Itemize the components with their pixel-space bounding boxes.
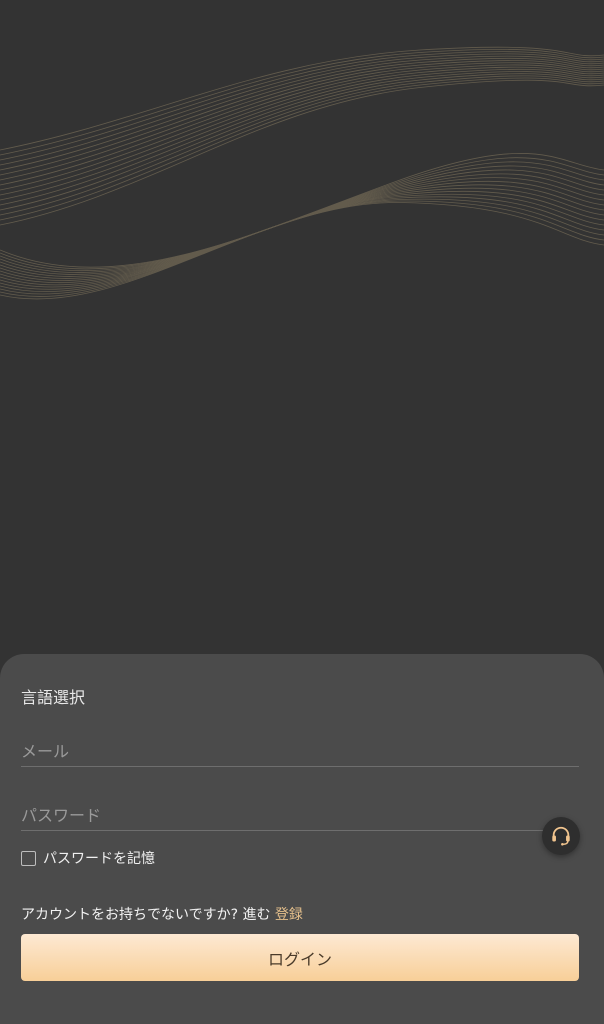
remember-label: パスワードを記憶: [43, 851, 155, 867]
signup-link[interactable]: 登録: [275, 907, 303, 923]
wave-line: [0, 62, 604, 186]
signup-prompt: アカウントをお持ちでないですか? 進む: [21, 907, 275, 923]
password-field-wrapper: [21, 800, 579, 831]
email-field-wrapper: [21, 736, 579, 767]
wave-line: [0, 180, 604, 281]
login-button[interactable]: ログイン: [21, 934, 579, 981]
login-panel: 言語選択 パスワードを記憶 アカウントをお持ちでないですか? 進む 登録 ログイ…: [0, 654, 604, 1024]
signup-prompt-line: アカウントをお持ちでないですか? 進む 登録: [21, 904, 303, 924]
language-select[interactable]: 言語選択: [21, 684, 85, 708]
wave-line: [0, 66, 604, 196]
remember-password[interactable]: パスワードを記憶: [21, 848, 155, 868]
wave-line: [0, 190, 604, 288]
email-field[interactable]: [21, 736, 579, 766]
wave-line: [0, 177, 604, 279]
wave-line: [0, 165, 604, 273]
remember-checkbox[interactable]: [21, 850, 36, 866]
wave-line: [0, 193, 604, 290]
wave-line: [0, 53, 604, 166]
wave-decoration: [0, 46, 604, 300]
password-field[interactable]: [21, 800, 579, 830]
support-button[interactable]: [542, 817, 580, 855]
headset-icon: [552, 826, 570, 846]
wave-line: [0, 198, 604, 295]
wave-line: [0, 169, 604, 275]
wave-line: [0, 173, 604, 277]
login-screen: 言語選択 パスワードを記憶 アカウントをお持ちでないですか? 進む 登録 ログイ…: [0, 0, 604, 1024]
wave-line: [0, 51, 604, 161]
